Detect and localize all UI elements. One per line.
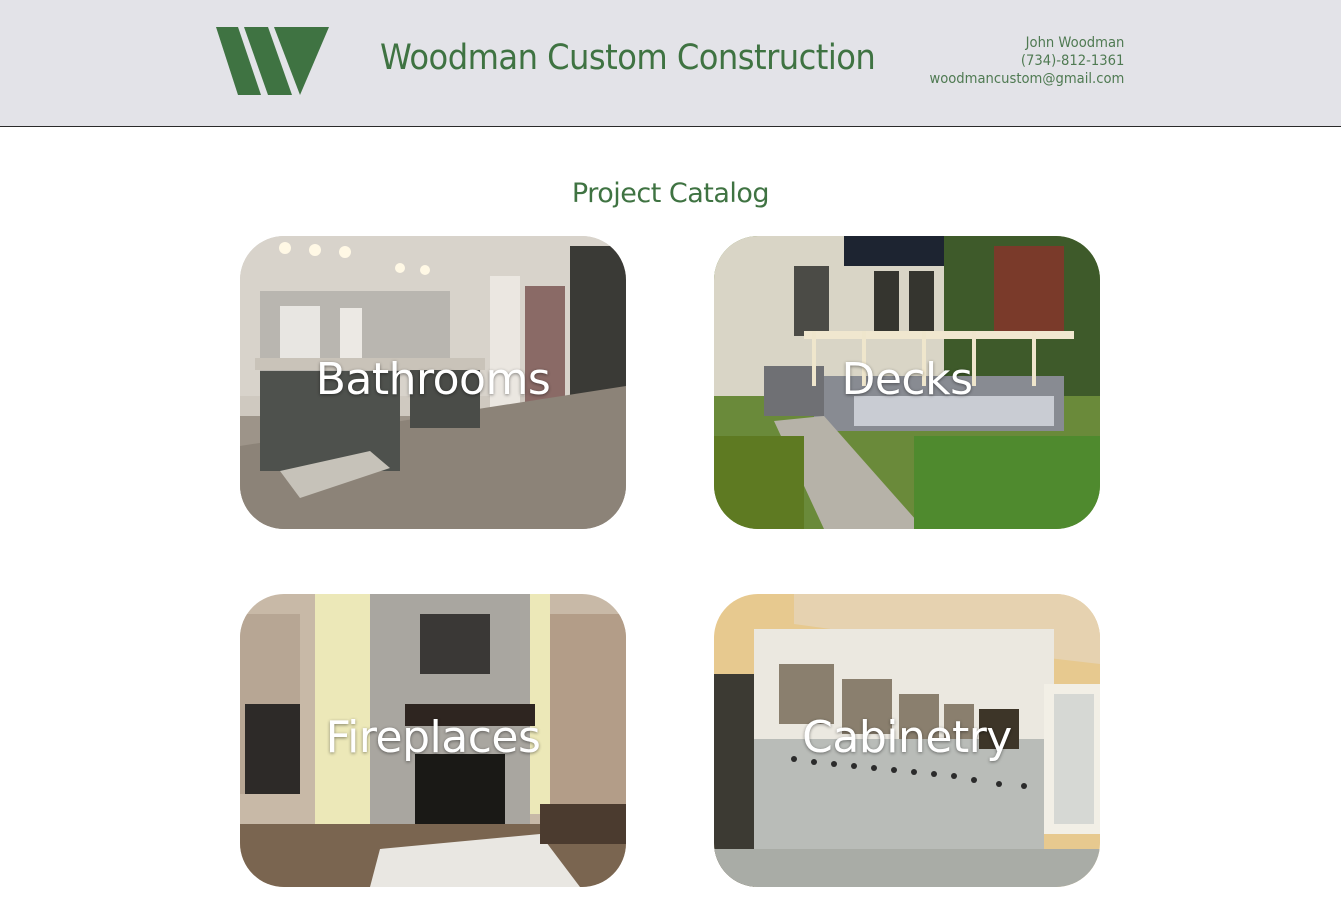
category-label: Fireplaces: [325, 712, 541, 763]
contact-name: John Woodman: [1025, 35, 1124, 51]
site-header: Woodman Custom Construction John Woodman…: [0, 0, 1341, 127]
category-card-decks[interactable]: Decks: [714, 236, 1100, 529]
category-card-fireplaces[interactable]: Fireplaces: [240, 594, 626, 887]
category-label: Bathrooms: [315, 354, 551, 405]
woodman-logo-icon[interactable]: [216, 27, 329, 95]
category-card-bathrooms[interactable]: Bathrooms: [240, 236, 626, 529]
contact-phone: (734)-812-1361: [1020, 53, 1124, 69]
category-card-cabinetry[interactable]: Cabinetry: [714, 594, 1100, 887]
contact-email[interactable]: woodmancustom@gmail.com: [929, 70, 1124, 88]
page-title: Project Catalog: [571, 178, 770, 209]
brand-name[interactable]: Woodman Custom Construction: [380, 38, 876, 78]
contact-block: John Woodman (734)-812-1361 woodmancusto…: [917, 34, 1124, 88]
category-label: Cabinetry: [802, 712, 1012, 763]
category-label: Decks: [841, 354, 973, 405]
